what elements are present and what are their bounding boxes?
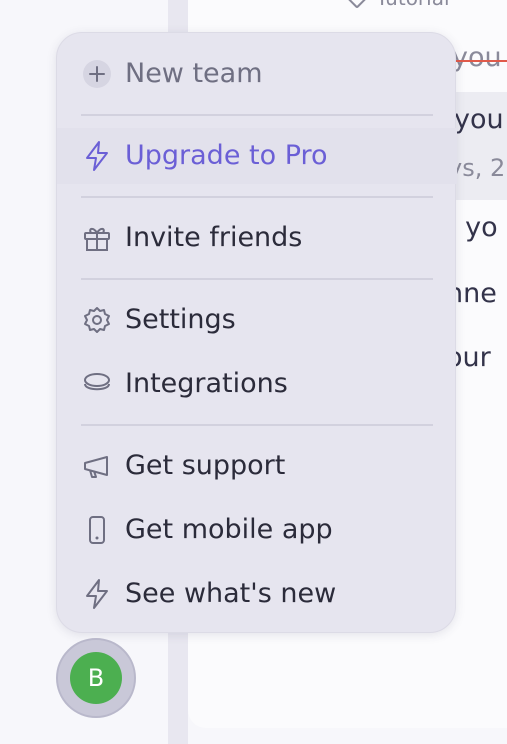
- integrations-item[interactable]: Integrations: [57, 356, 457, 412]
- lightning-icon: [81, 578, 113, 610]
- upgrade-to-pro-item[interactable]: Upgrade to Pro: [57, 128, 457, 184]
- settings-label: Settings: [125, 304, 236, 335]
- gift-icon: [81, 222, 113, 254]
- avatar: B: [70, 652, 122, 704]
- menu-separator: [81, 424, 433, 426]
- layers-icon: [81, 368, 113, 400]
- whats-new-label: See what's new: [125, 578, 337, 609]
- settings-item[interactable]: Settings: [57, 292, 457, 348]
- whats-new-item[interactable]: See what's new: [57, 566, 457, 622]
- menu-separator: [81, 196, 433, 198]
- get-mobile-app-label: Get mobile app: [125, 514, 333, 545]
- upgrade-label: Upgrade to Pro: [125, 140, 328, 171]
- tag-icon: [344, 0, 370, 9]
- tag-label[interactable]: Tutorial: [344, 0, 450, 10]
- menu-separator: [81, 278, 433, 280]
- get-support-item[interactable]: Get support: [57, 438, 457, 494]
- lightning-icon: [81, 140, 113, 172]
- strike-line: [452, 60, 507, 62]
- megaphone-icon: [81, 450, 113, 482]
- new-team-item[interactable]: New team: [57, 46, 457, 102]
- gear-icon: [81, 304, 113, 336]
- menu-separator: [81, 114, 433, 116]
- account-menu: New team Upgrade to Pro Invite friends S…: [56, 32, 457, 633]
- avatar-button[interactable]: B: [56, 638, 136, 718]
- invite-friends-item[interactable]: Invite friends: [57, 210, 457, 266]
- completed-task-text[interactable]: you: [452, 42, 502, 73]
- invite-label: Invite friends: [125, 222, 303, 253]
- new-team-label: New team: [125, 58, 263, 89]
- get-support-label: Get support: [125, 450, 286, 481]
- integrations-label: Integrations: [125, 368, 288, 399]
- phone-icon: [81, 514, 113, 546]
- plus-icon: [81, 58, 113, 90]
- get-mobile-app-item[interactable]: Get mobile app: [57, 502, 457, 558]
- task-title: you: [454, 104, 504, 135]
